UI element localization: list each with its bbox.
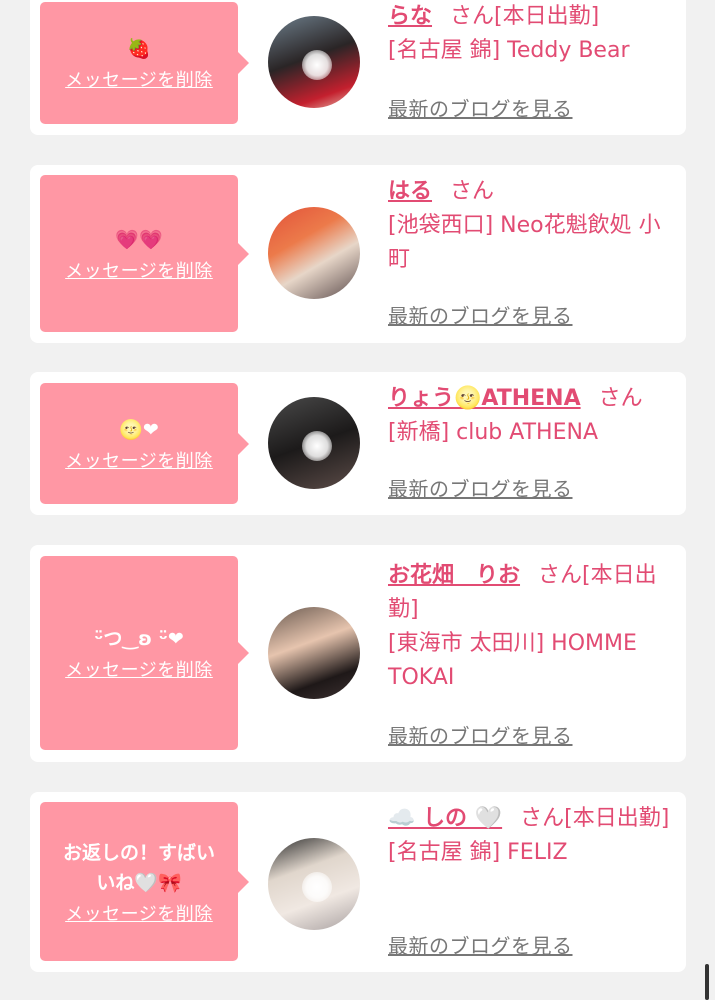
message-text: ᵕ̈つ‿ʚ ᵕ̈❤ [94,628,184,650]
honorific: さん [538,563,583,588]
message-bubble: ᵕ̈つ‿ʚ ᵕ̈❤ メッセージを削除 [40,556,249,750]
latest-blog-link[interactable]: 最新のブログを見る [388,720,573,749]
user-info: ☁️ しの 🤍 さん[本日出勤] [名古屋 錦] FELIZ [388,802,678,870]
honorific: さん [598,386,643,411]
latest-blog-link[interactable]: 最新のブログを見る [388,93,573,122]
message-card: 🌝❤ メッセージを削除 りょう🌝ATHENA さん [新橋] club ATHEN… [30,372,686,515]
scrollbar[interactable] [705,964,709,1000]
message-bubble: 🌝❤ メッセージを削除 [40,383,249,504]
attendance-status: [本日出勤] [564,806,670,831]
shop-name: [名古屋 錦] FELIZ [388,840,568,865]
message-bubble: 💗💗 メッセージを削除 [40,175,249,332]
user-info: はる さん [池袋西口] Neo花魁飲処 小町 [388,175,678,277]
delete-message-link[interactable]: メッセージを削除 [65,656,213,682]
delete-message-link[interactable]: メッセージを削除 [65,447,213,473]
shop-name: [東海市 太田川] HOMME TOKAI [388,631,637,690]
delete-message-link[interactable]: メッセージを削除 [65,900,213,926]
attendance-status: [本日出勤] [494,4,600,29]
user-info: らな さん[本日出勤] [名古屋 錦] Teddy Bear [388,0,678,68]
honorific: さん [520,806,565,831]
message-bubble: お返しの！すばい いね🤍🎀 メッセージを削除 [40,802,249,961]
message-text: 🍓 [127,38,151,60]
user-info: お花畑 りお さん[本日出勤] [東海市 太田川] HOMME TOKAI [388,559,678,695]
message-card: 💗💗 メッセージを削除 はる さん [池袋西口] Neo花魁飲処 小町 最新のブロ… [30,165,686,343]
user-name-link[interactable]: ☁️ しの 🤍 [388,806,502,831]
message-card: お返しの！すばい いね🤍🎀 メッセージを削除 ☁️ しの 🤍 さん[本日出勤] [… [30,792,686,972]
user-info: りょう🌝ATHENA さん [新橋] club ATHENA [388,382,678,450]
shop-name: [新橋] club ATHENA [388,420,598,445]
message-bubble: 🍓 メッセージを削除 [40,2,249,124]
message-card: ᵕ̈つ‿ʚ ᵕ̈❤ メッセージを削除 お花畑 りお さん[本日出勤] [東海市 太… [30,545,686,762]
message-text: 🌝❤ [119,418,159,441]
shop-name: [名古屋 錦] Teddy Bear [388,38,630,63]
avatar[interactable] [268,397,360,489]
avatar[interactable] [268,607,360,699]
delete-message-link[interactable]: メッセージを削除 [65,257,213,283]
message-text: お返しの！すばい いね🤍🎀 [62,841,215,894]
latest-blog-link[interactable]: 最新のブログを見る [388,473,573,502]
latest-blog-link[interactable]: 最新のブログを見る [388,300,573,329]
avatar[interactable] [268,16,360,108]
shop-name: [池袋西口] Neo花魁飲処 小町 [388,213,661,272]
user-name-link[interactable]: お花畑 りお [388,563,520,588]
avatar[interactable] [268,838,360,930]
avatar[interactable] [268,207,360,299]
latest-blog-link[interactable]: 最新のブログを見る [388,930,573,959]
honorific: さん [450,179,495,204]
user-name-link[interactable]: りょう🌝ATHENA [388,386,581,411]
message-text: 💗💗 [115,228,163,251]
user-name-link[interactable]: はる [388,179,432,204]
message-list: 🍓 メッセージを削除 らな さん[本日出勤] [名古屋 錦] Teddy Bear… [0,0,715,1000]
delete-message-link[interactable]: メッセージを削除 [65,66,213,92]
message-card: 🍓 メッセージを削除 らな さん[本日出勤] [名古屋 錦] Teddy Bear… [30,0,686,135]
user-name-link[interactable]: らな [388,4,432,29]
honorific: さん [450,4,495,29]
